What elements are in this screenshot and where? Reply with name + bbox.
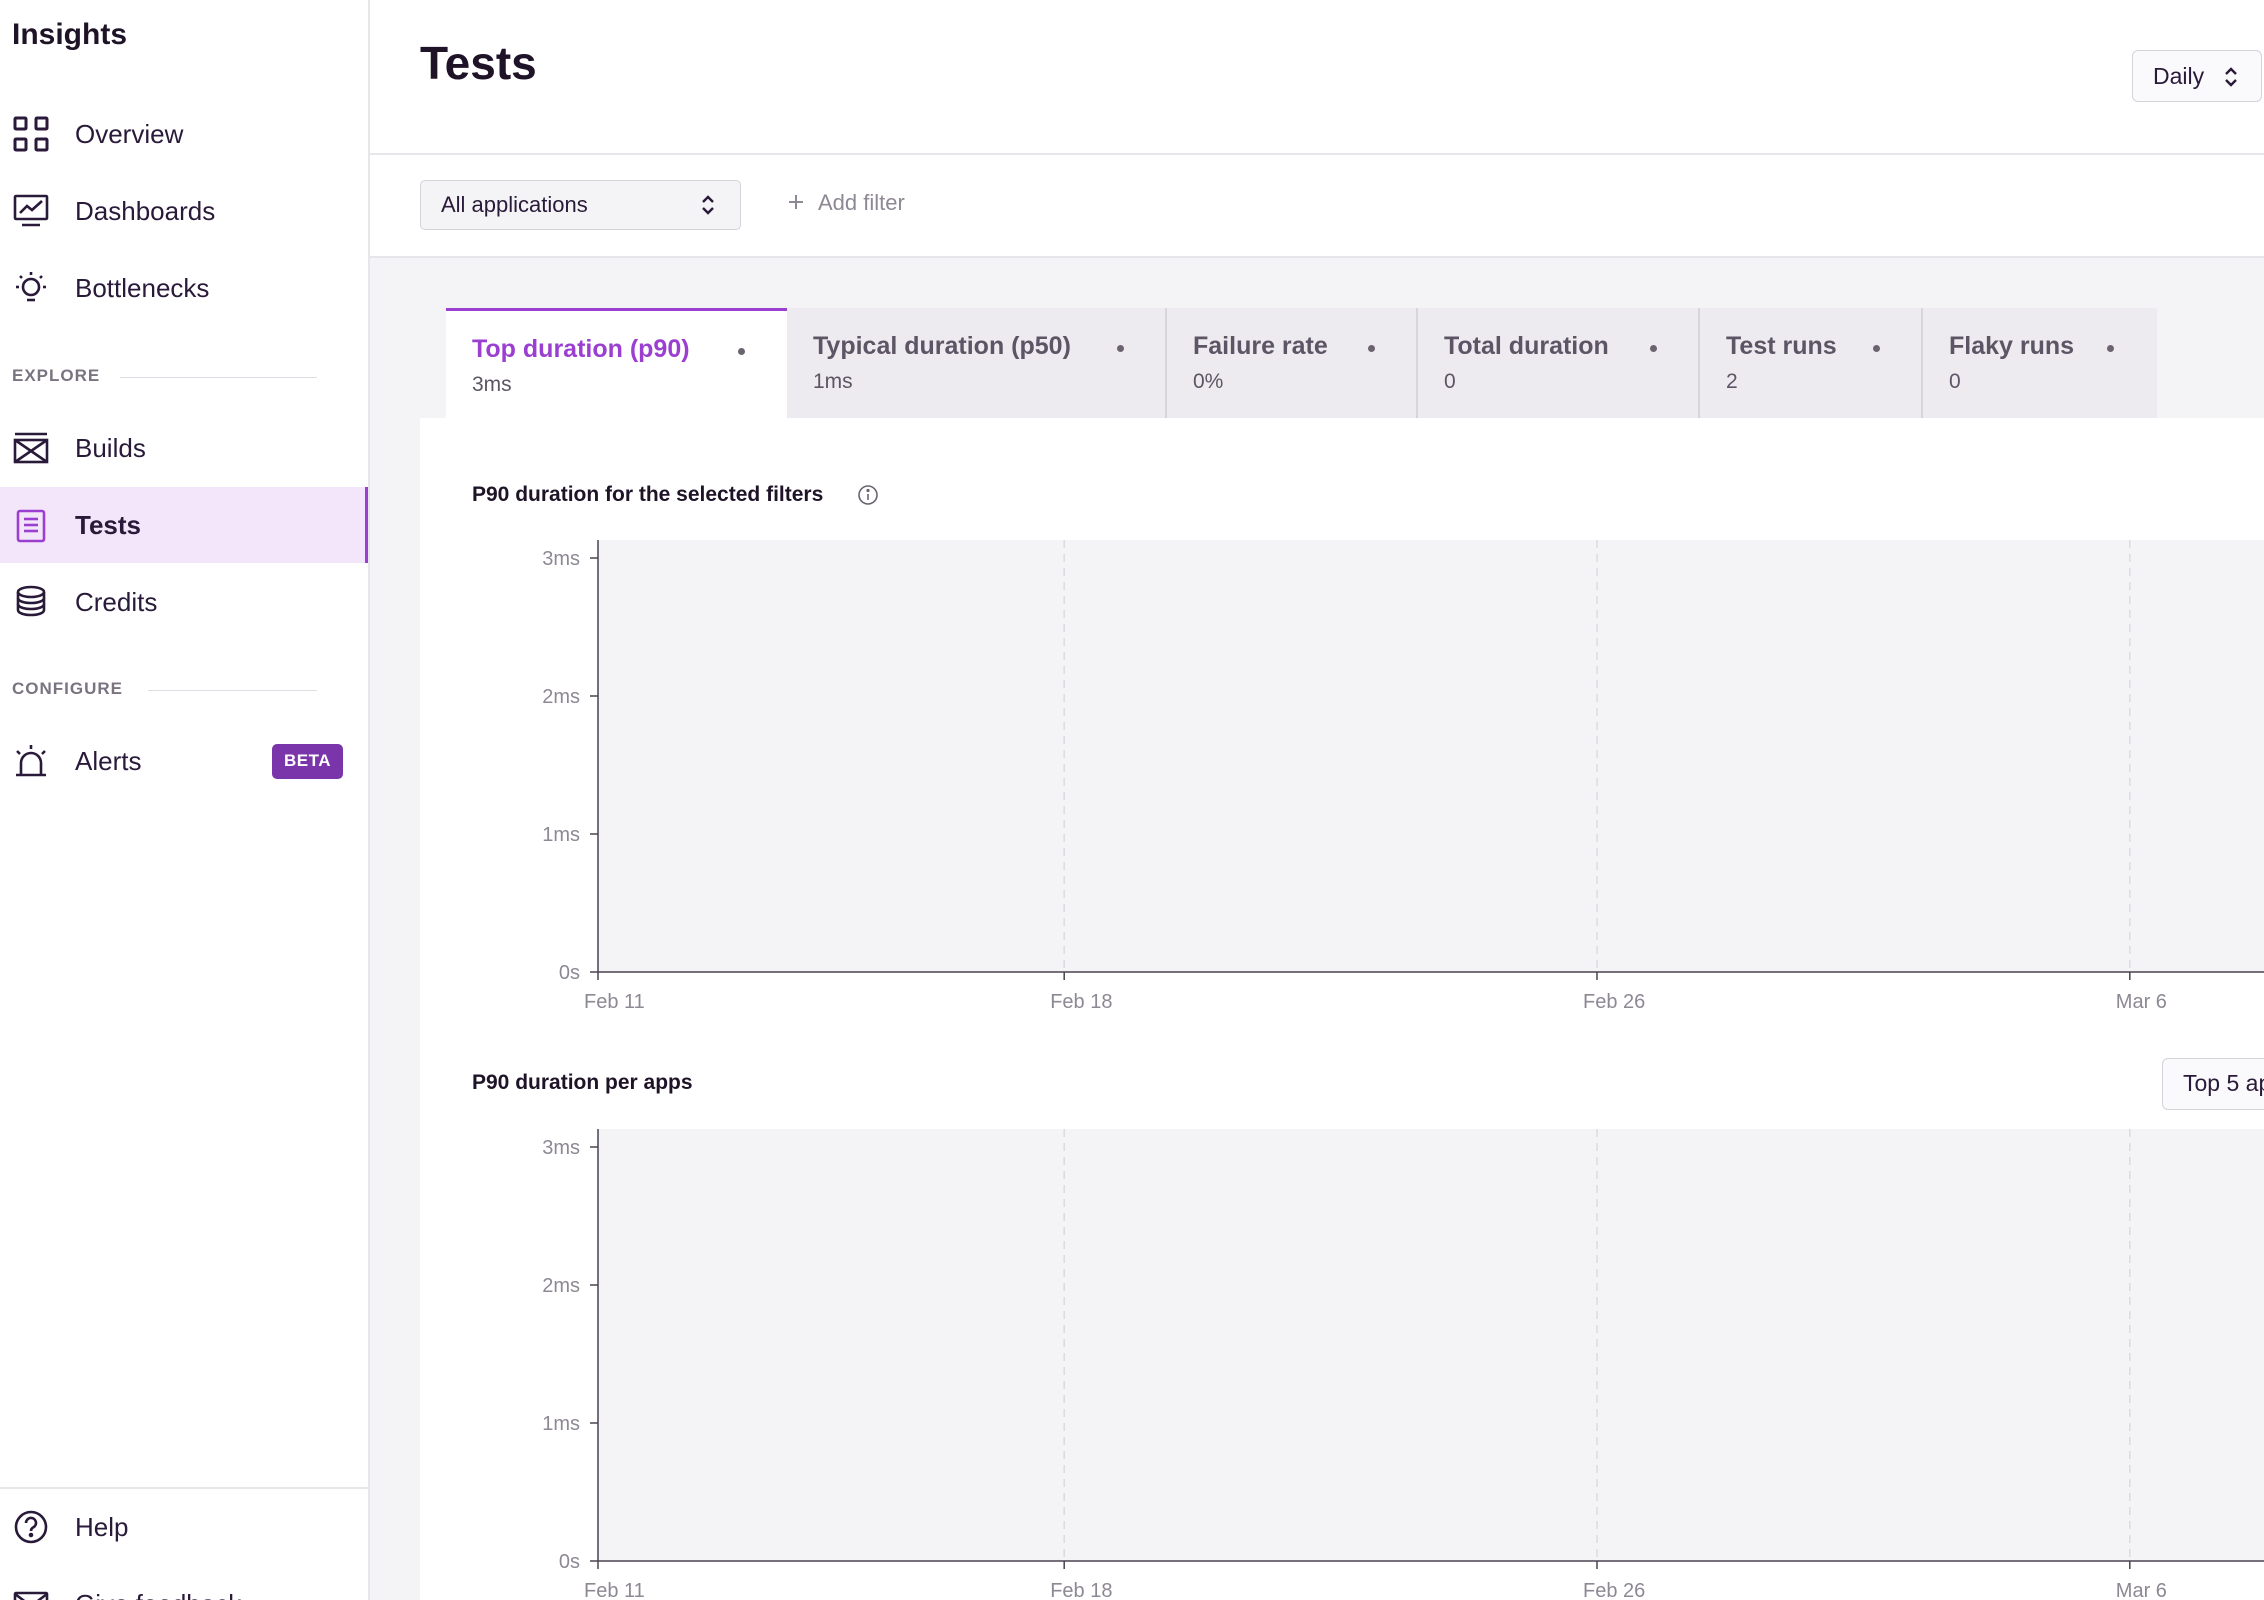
y-tick-label: 3ms — [542, 1137, 580, 1159]
alarm-icon — [12, 742, 50, 780]
tab-label: Typical duration (p50) — [813, 332, 1071, 360]
tab-label: Failure rate — [1193, 332, 1328, 360]
sidebar-item-label: Overview — [75, 118, 184, 149]
dot-icon — [1873, 345, 1880, 352]
sidebar-item-dashboards[interactable]: Dashboards — [0, 173, 368, 249]
grid-icon — [12, 115, 50, 153]
x-tick-label: Feb 18 — [1050, 1580, 1112, 1600]
p90-duration-chart: Feb 11 Feb 18 Feb 26 Mar 6 0s 1ms 2ms 3ms — [542, 540, 2264, 1013]
application-select[interactable]: All applications — [420, 180, 741, 230]
x-tick-label: Feb 18 — [1050, 991, 1112, 1013]
beta-badge: BETA — [272, 743, 343, 779]
sidebar-item-label: Give feedback — [75, 1589, 241, 1600]
sidebar: Insights Overview Dashboards Bottlenecks… — [0, 0, 370, 1600]
y-tick-label: 2ms — [542, 686, 580, 708]
y-tick-label: 1ms — [542, 824, 580, 846]
tab-typical-duration[interactable]: Typical duration (p50) 1ms — [787, 308, 1167, 418]
tab-total-duration[interactable]: Total duration 0 — [1418, 308, 1700, 418]
dot-icon — [1117, 345, 1124, 352]
tab-label: Test runs — [1726, 332, 1837, 360]
sidebar-item-credits[interactable]: Credits — [0, 564, 368, 640]
x-tick-label: Feb 11 — [584, 1580, 645, 1600]
sidebar-item-label: Help — [75, 1511, 129, 1542]
coins-stack-icon — [12, 583, 50, 621]
sidebar-item-alerts[interactable]: Alerts BETA — [0, 723, 368, 799]
chevron-up-down-icon — [700, 193, 716, 223]
y-tick-label: 0s — [559, 1551, 580, 1573]
tab-top-duration[interactable]: Top duration (p90) 3ms — [446, 308, 787, 418]
section-label-configure: CONFIGURE — [12, 679, 123, 698]
y-tick-label: 2ms — [542, 1275, 580, 1297]
tab-value: 1ms — [813, 370, 853, 393]
chevron-up-down-icon — [2223, 65, 2239, 95]
sidebar-item-overview[interactable]: Overview — [0, 96, 368, 172]
top-apps-select[interactable]: Top 5 apps — [2162, 1058, 2264, 1110]
tab-failure-rate[interactable]: Failure rate 0% — [1167, 308, 1418, 418]
x-tick-label: Feb 26 — [1583, 991, 1645, 1013]
dot-icon — [738, 348, 745, 355]
plot-area — [598, 1129, 2264, 1561]
sidebar-item-builds[interactable]: Builds — [0, 410, 368, 486]
x-tick-label: Mar 6 — [2116, 991, 2167, 1013]
lightbulb-icon — [12, 269, 50, 307]
period-select[interactable]: Daily — [2132, 50, 2262, 102]
tab-label: Total duration — [1444, 332, 1609, 360]
chart-title: P90 duration per apps — [472, 1071, 693, 1094]
section-divider — [120, 377, 317, 378]
y-tick-label: 3ms — [542, 548, 580, 570]
monitor-chart-icon — [12, 192, 50, 230]
sidebar-item-feedback[interactable]: Give feedback — [0, 1566, 368, 1600]
x-tick-label: Feb 11 — [584, 991, 645, 1013]
sidebar-item-label: Bottlenecks — [75, 272, 210, 303]
tab-test-runs[interactable]: Test runs 2 — [1700, 308, 1923, 418]
sidebar-item-bottlenecks[interactable]: Bottlenecks — [0, 250, 368, 326]
tab-value: 0 — [1949, 370, 1961, 393]
section-divider — [148, 690, 317, 691]
dot-icon — [1650, 345, 1657, 352]
sidebar-item-tests[interactable]: Tests — [0, 487, 368, 563]
p90-per-app-chart: Feb 11 Feb 18 Feb 26 Mar 6 0s 1ms 2ms 3ms — [542, 1129, 2264, 1600]
y-tick-label: 1ms — [542, 1413, 580, 1435]
chart-title: P90 duration for the selected filters — [472, 483, 824, 506]
sidebar-item-help[interactable]: Help — [0, 1489, 368, 1565]
app-brand: Insights — [12, 18, 128, 51]
sidebar-item-label: Dashboards — [75, 195, 216, 226]
info-icon[interactable] — [857, 484, 879, 511]
sidebar-item-label: Credits — [75, 586, 158, 617]
tab-value: 0% — [1193, 370, 1224, 393]
dot-icon — [2107, 345, 2114, 352]
x-tick-label: Feb 26 — [1583, 1580, 1645, 1600]
tab-value: 0 — [1444, 370, 1456, 393]
sidebar-item-label: Tests — [75, 509, 141, 540]
mail-icon — [12, 1585, 50, 1600]
plus-icon — [788, 190, 804, 216]
tab-value: 2 — [1726, 370, 1738, 393]
help-circle-icon — [12, 1508, 50, 1546]
x-tick-label: Mar 6 — [2116, 1580, 2167, 1600]
sidebar-item-label: Alerts — [75, 745, 142, 776]
section-label-explore: EXPLORE — [12, 366, 101, 385]
application-select-value: All applications — [441, 192, 588, 217]
y-tick-label: 0s — [559, 962, 580, 984]
period-select-value: Daily — [2153, 62, 2205, 89]
sidebar-item-label: Builds — [75, 432, 146, 463]
tab-flaky-runs[interactable]: Flaky runs 0 — [1923, 308, 2157, 418]
plot-area — [598, 540, 2264, 972]
tab-label: Flaky runs — [1949, 332, 2075, 360]
dot-icon — [1368, 345, 1375, 352]
tab-label: Top duration (p90) — [472, 335, 690, 363]
builds-icon — [12, 429, 50, 467]
page-title: Tests — [420, 37, 537, 89]
add-filter-label: Add filter — [818, 190, 905, 215]
tab-value: 3ms — [472, 373, 512, 396]
clipboard-icon — [12, 506, 50, 544]
add-filter-button[interactable]: Add filter — [788, 190, 905, 216]
